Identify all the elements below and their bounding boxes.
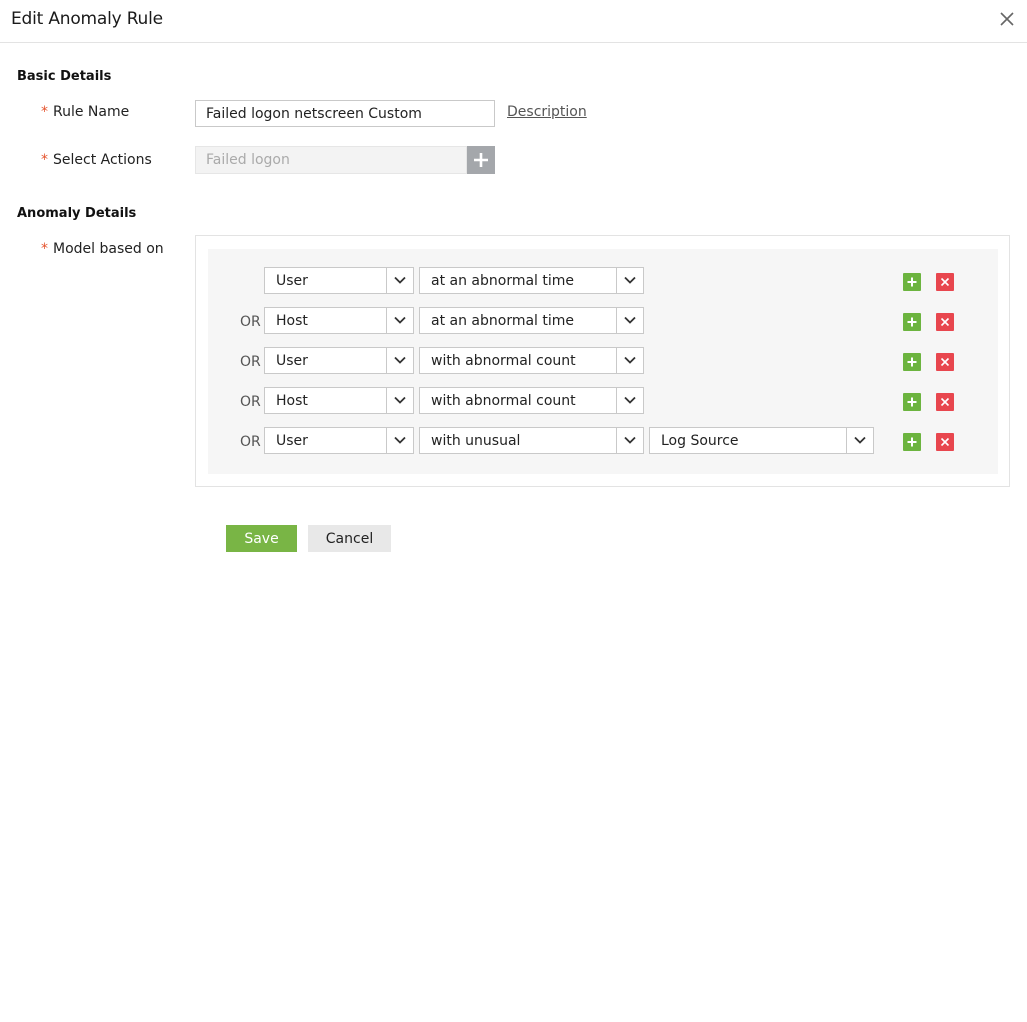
condition-select[interactable]: with abnormal count <box>419 387 644 414</box>
entity-value: Host <box>276 393 308 409</box>
add-row-button[interactable] <box>903 393 921 411</box>
anomaly-details-heading: Anomaly Details <box>17 206 137 221</box>
chevron-down-icon <box>616 428 643 453</box>
condition-value: at an abnormal time <box>431 313 575 329</box>
plus-icon <box>907 397 917 407</box>
chevron-down-icon <box>616 308 643 333</box>
model-rules-container: User at an abnormal time OR Host at an a… <box>195 235 1010 487</box>
select-actions-field[interactable]: Failed logon <box>195 146 467 174</box>
close-icon <box>940 277 950 287</box>
delete-row-button[interactable] <box>936 313 954 331</box>
condition-value: at an abnormal time <box>431 273 575 289</box>
or-connector: OR <box>240 394 261 410</box>
chevron-down-icon <box>386 348 413 373</box>
or-connector: OR <box>240 314 261 330</box>
close-icon <box>940 397 950 407</box>
plus-icon <box>907 357 917 367</box>
chevron-down-icon <box>846 428 873 453</box>
log-source-value: Log Source <box>661 433 739 449</box>
delete-row-button[interactable] <box>936 353 954 371</box>
or-connector: OR <box>240 434 261 450</box>
condition-select[interactable]: with abnormal count <box>419 347 644 374</box>
add-row-button[interactable] <box>903 353 921 371</box>
add-row-button[interactable] <box>903 313 921 331</box>
delete-row-button[interactable] <box>936 433 954 451</box>
chevron-down-icon <box>616 348 643 373</box>
chevron-down-icon <box>386 428 413 453</box>
entity-value: User <box>276 273 308 289</box>
required-mark: * <box>41 104 48 120</box>
log-source-select[interactable]: Log Source <box>649 427 874 454</box>
rule-name-label-text: Rule Name <box>53 104 130 120</box>
add-action-button[interactable] <box>467 146 495 174</box>
close-icon <box>940 437 950 447</box>
entity-value: User <box>276 433 308 449</box>
entity-value: Host <box>276 313 308 329</box>
dialog-header: Edit Anomaly Rule <box>0 0 1027 43</box>
rule-name-label: * Rule Name <box>41 104 129 120</box>
edit-anomaly-rule-dialog: Edit Anomaly Rule Basic Details * Rule Na… <box>0 0 1027 1022</box>
or-connector: OR <box>240 354 261 370</box>
condition-value: with abnormal count <box>431 393 576 409</box>
cancel-button[interactable]: Cancel <box>308 525 391 552</box>
model-based-on-label-text: Model based on <box>53 241 164 257</box>
chevron-down-icon <box>616 388 643 413</box>
select-actions-label-text: Select Actions <box>53 152 152 168</box>
model-rules-panel: User at an abnormal time OR Host at an a… <box>208 249 998 474</box>
plus-icon <box>907 317 917 327</box>
entity-select[interactable]: Host <box>264 307 414 334</box>
chevron-down-icon <box>386 308 413 333</box>
close-icon[interactable] <box>998 10 1016 28</box>
entity-select[interactable]: User <box>264 427 414 454</box>
chevron-down-icon <box>386 268 413 293</box>
save-button[interactable]: Save <box>226 525 297 552</box>
plus-icon <box>907 437 917 447</box>
close-icon <box>940 357 950 367</box>
delete-row-button[interactable] <box>936 393 954 411</box>
close-icon <box>940 317 950 327</box>
entity-value: User <box>276 353 308 369</box>
required-mark: * <box>41 152 48 168</box>
condition-value: with abnormal count <box>431 353 576 369</box>
add-row-button[interactable] <box>903 433 921 451</box>
model-based-on-label: * Model based on <box>41 241 164 257</box>
required-mark: * <box>41 241 48 257</box>
entity-select[interactable]: Host <box>264 387 414 414</box>
chevron-down-icon <box>386 388 413 413</box>
description-link[interactable]: Description <box>507 104 587 120</box>
condition-value: with unusual <box>431 433 521 449</box>
condition-select[interactable]: at an abnormal time <box>419 267 644 294</box>
plus-icon <box>907 277 917 287</box>
dialog-title: Edit Anomaly Rule <box>11 9 163 29</box>
add-row-button[interactable] <box>903 273 921 291</box>
select-actions-label: * Select Actions <box>41 152 152 168</box>
rule-name-input[interactable] <box>195 100 495 127</box>
delete-row-button[interactable] <box>936 273 954 291</box>
chevron-down-icon <box>616 268 643 293</box>
basic-details-heading: Basic Details <box>17 69 112 84</box>
condition-select[interactable]: at an abnormal time <box>419 307 644 334</box>
entity-select[interactable]: User <box>264 347 414 374</box>
plus-icon <box>474 153 488 167</box>
entity-select[interactable]: User <box>264 267 414 294</box>
condition-select[interactable]: with unusual <box>419 427 644 454</box>
